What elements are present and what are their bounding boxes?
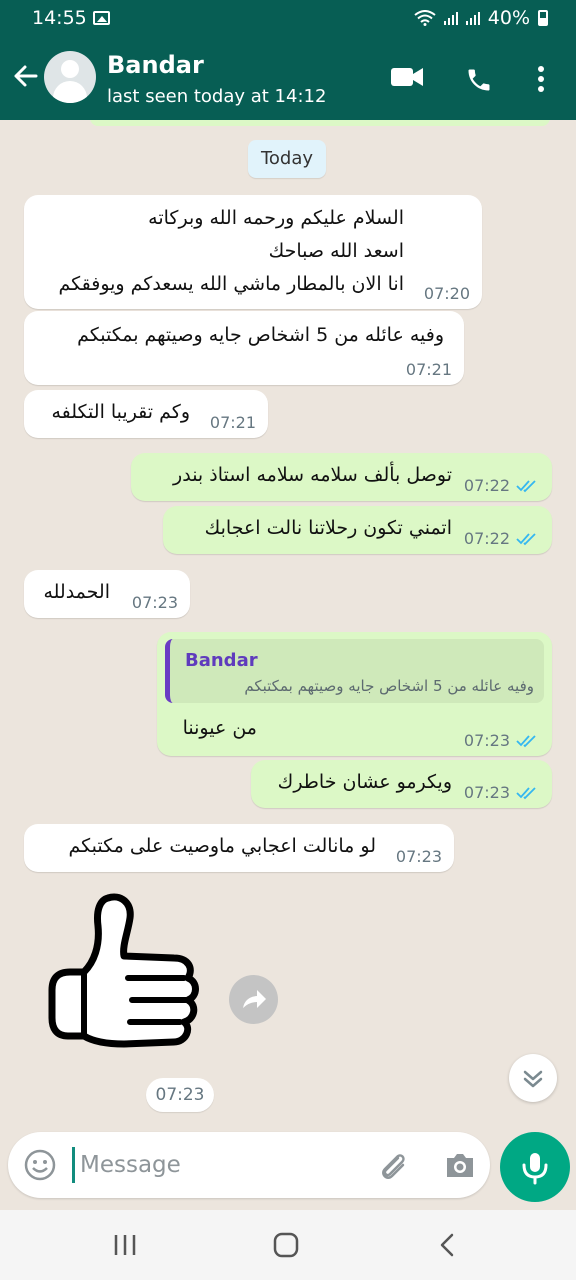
- sticker-time: 07:23: [146, 1078, 214, 1112]
- outgoing-message[interactable]: Bandar وفيه عائله من 5 اشخاص جايه وصيتهم…: [157, 632, 552, 756]
- incoming-message[interactable]: وكم تقريبا التكلفه 07:21: [24, 390, 268, 438]
- forward-icon: [243, 990, 266, 1008]
- status-time: 14:55: [32, 7, 87, 29]
- system-nav-bar: [0, 1210, 576, 1280]
- more-options-icon[interactable]: [536, 65, 546, 93]
- paperclip-icon[interactable]: [376, 1149, 410, 1183]
- quoted-reply[interactable]: Bandar وفيه عائله من 5 اشخاص جايه وصيتهم…: [165, 639, 544, 703]
- message-text: اتمني تكون رحلاتنا نالت اعجابك: [204, 517, 452, 539]
- incoming-message[interactable]: السلام عليكم ورحمه الله وبركاته اسعد الل…: [24, 195, 482, 309]
- battery-icon: [538, 10, 548, 26]
- message-meta: 07:21: [210, 413, 256, 432]
- back-nav-icon[interactable]: [436, 1232, 460, 1258]
- avatar[interactable]: [44, 51, 96, 103]
- chat-header: Bandar last seen today at 14:12: [0, 38, 576, 120]
- message-time: 07:22: [463, 529, 510, 548]
- quoted-author: Bandar: [185, 650, 258, 671]
- last-seen-status: last seen today at 14:12: [107, 86, 327, 107]
- outgoing-message[interactable]: اتمني تكون رحلاتنا نالت اعجابك 07:22: [163, 506, 552, 554]
- video-call-icon[interactable]: [390, 64, 424, 90]
- mic-button[interactable]: [500, 1132, 570, 1202]
- message-meta: 07:23: [396, 847, 442, 866]
- message-meta: 07:22: [464, 476, 540, 495]
- double-tick-icon: [516, 734, 536, 747]
- signal-2-icon: [465, 11, 480, 25]
- home-icon[interactable]: [272, 1232, 300, 1258]
- message-meta: 07:23: [464, 783, 540, 802]
- message-composer: [8, 1132, 490, 1198]
- incoming-message[interactable]: لو مانالت اعجابي ماوصيت على مكتبكم 07:23: [24, 824, 454, 872]
- message-input[interactable]: [80, 1147, 350, 1183]
- message-text: وكم تقريبا التكلفه: [51, 401, 190, 423]
- message-line: اسعد الله صباحك: [268, 240, 404, 262]
- chat-area[interactable]: Today السلام عليكم ورحمه الله وبركاته اس…: [0, 120, 576, 1132]
- double-tick-icon: [516, 532, 536, 545]
- chevron-down-icon: [523, 1070, 543, 1088]
- recents-icon[interactable]: [112, 1232, 138, 1258]
- message-text: الحمدلله: [43, 581, 110, 603]
- message-time: 07:20: [423, 284, 470, 303]
- outgoing-message[interactable]: ويكرمو عشان خاطرك 07:23: [251, 760, 552, 808]
- previous-message-edge: [90, 120, 550, 126]
- message-text: من عيوننا: [182, 717, 257, 739]
- message-text: وفيه عائله من 5 اشخاص جايه وصيتهم بمكتبك…: [77, 324, 444, 346]
- scroll-down-button[interactable]: [509, 1054, 557, 1102]
- status-bar: 14:55 40%: [0, 0, 576, 38]
- contact-name[interactable]: Bandar: [107, 51, 204, 79]
- quoted-text: وفيه عائله من 5 اشخاص جايه وصيتهم بمكتبك…: [244, 677, 534, 695]
- message-meta: 07:21: [406, 360, 452, 379]
- incoming-message[interactable]: وفيه عائله من 5 اشخاص جايه وصيتهم بمكتبك…: [24, 311, 464, 385]
- battery-percent: 40%: [487, 7, 530, 29]
- message-text: ويكرمو عشان خاطرك: [277, 771, 452, 793]
- back-arrow-icon[interactable]: [10, 60, 42, 92]
- message-time: 07:23: [131, 593, 178, 612]
- message-text: توصل بألف سلامه سلامه استاذ بندر: [173, 464, 452, 486]
- message-text: لو مانالت اعجابي ماوصيت على مكتبكم: [68, 835, 377, 857]
- message-time: 07:23: [395, 847, 442, 866]
- message-meta: 07:20: [424, 284, 470, 303]
- incoming-message[interactable]: الحمدلله 07:23: [24, 570, 190, 618]
- signal-1-icon: [443, 11, 458, 25]
- message-time: 07:21: [209, 413, 256, 432]
- emoji-icon[interactable]: [24, 1149, 56, 1181]
- mic-icon: [522, 1153, 548, 1185]
- message-meta: 07:23: [132, 593, 178, 612]
- message-time: 07:23: [463, 783, 510, 802]
- image-notification-icon: [93, 11, 110, 25]
- text-cursor: [72, 1147, 75, 1183]
- message-time: 07:21: [405, 360, 452, 379]
- outgoing-message[interactable]: توصل بألف سلامه سلامه استاذ بندر 07:22: [131, 453, 552, 501]
- message-time: 07:22: [463, 476, 510, 495]
- camera-icon[interactable]: [444, 1151, 476, 1179]
- date-chip: Today: [248, 140, 326, 178]
- thumbs-up-sticker[interactable]: [28, 886, 220, 1078]
- double-tick-icon: [516, 479, 536, 492]
- wifi-icon: [414, 10, 436, 26]
- message-time: 07:23: [463, 731, 510, 750]
- double-tick-icon: [516, 786, 536, 799]
- message-meta: 07:22: [464, 529, 540, 548]
- forward-button[interactable]: [229, 975, 278, 1024]
- voice-call-icon[interactable]: [465, 66, 493, 94]
- message-meta: 07:23: [464, 731, 540, 750]
- message-line: انا الان بالمطار ماشي الله يسعدكم ويوفقك…: [58, 273, 404, 295]
- message-line: السلام عليكم ورحمه الله وبركاته: [148, 207, 404, 229]
